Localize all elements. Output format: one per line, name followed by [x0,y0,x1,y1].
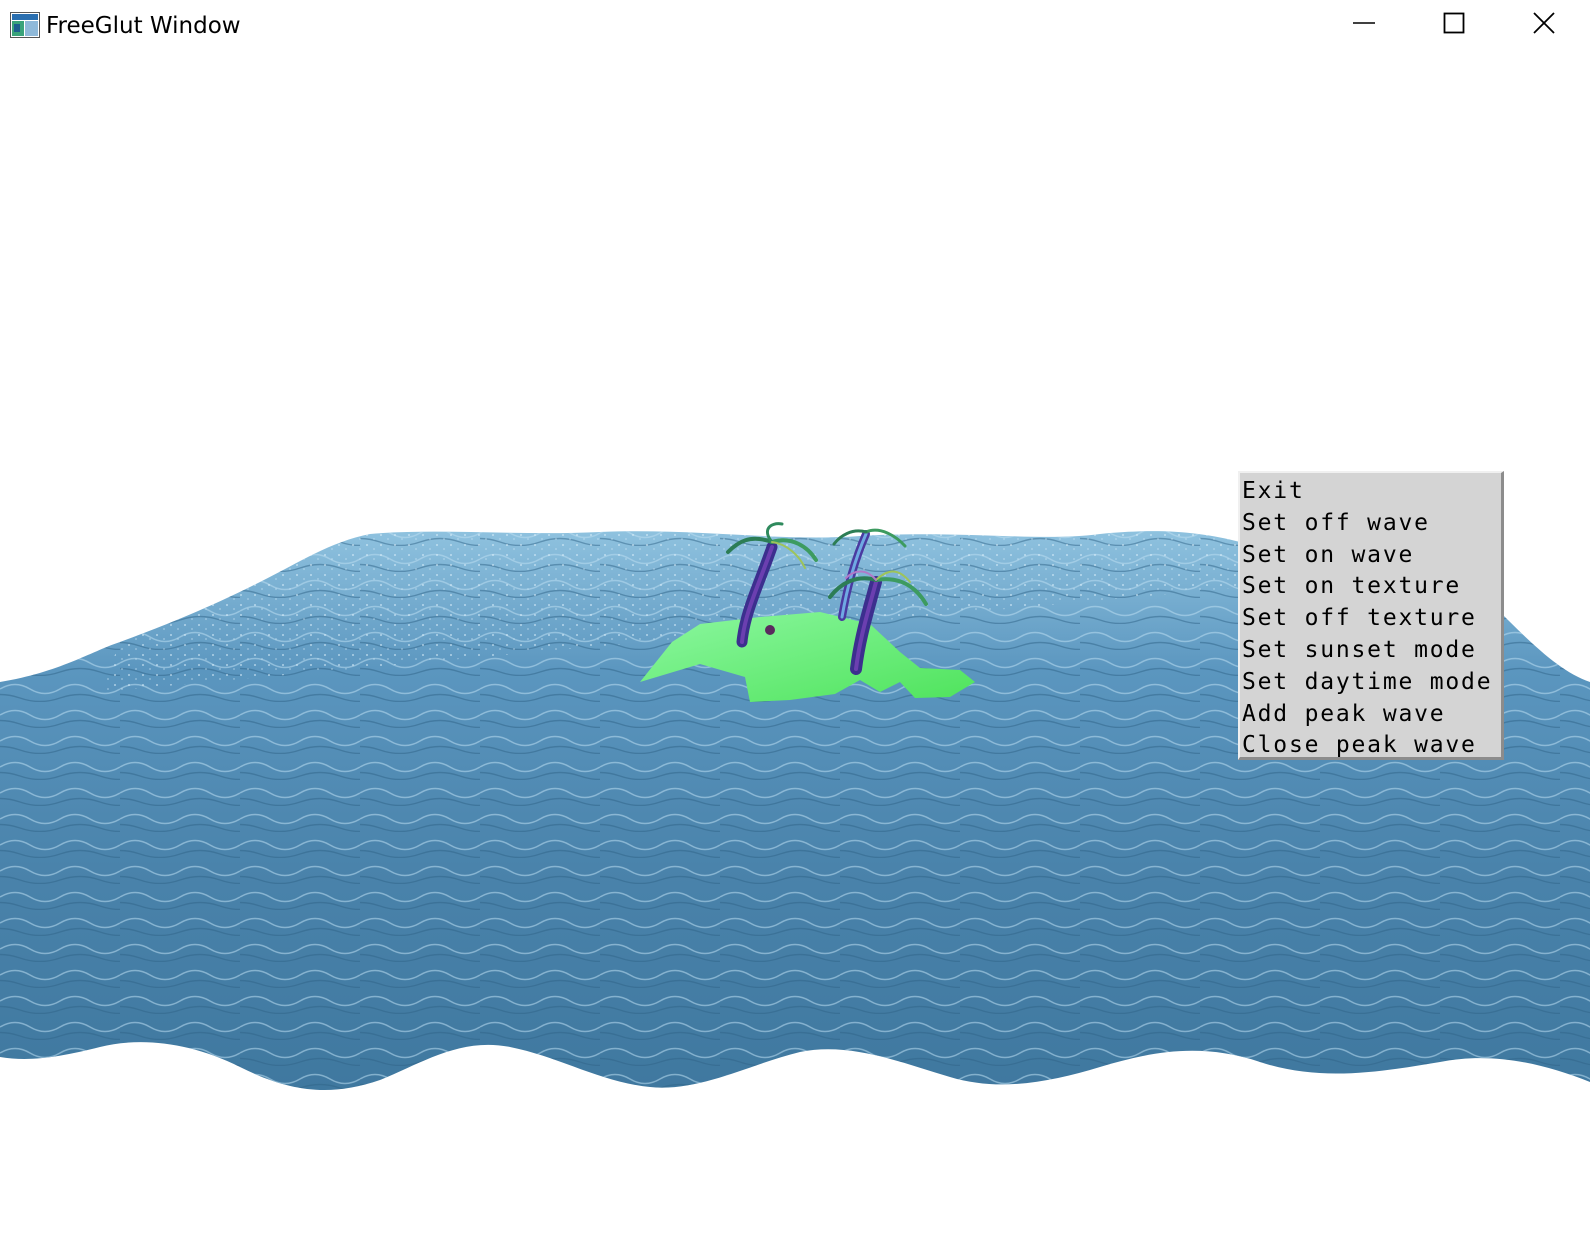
menu-item-set-daytime-mode[interactable]: Set daytime mode [1242,666,1501,698]
minimize-icon [1353,12,1375,39]
close-button[interactable] [1498,0,1590,50]
window-title: FreeGlut Window [46,13,241,39]
menu-item-set-off-texture[interactable]: Set off texture [1242,602,1501,634]
glut-context-menu: Exit Set off wave Set on wave Set on tex… [1238,471,1504,760]
freeglut-app-icon [10,12,40,38]
title-bar[interactable]: FreeGlut Window [0,0,1590,52]
menu-item-exit[interactable]: Exit [1242,475,1501,507]
menu-item-set-on-wave[interactable]: Set on wave [1242,539,1501,571]
menu-item-set-sunset-mode[interactable]: Set sunset mode [1242,634,1501,666]
minimize-button[interactable] [1318,0,1410,50]
menu-item-set-off-wave[interactable]: Set off wave [1242,507,1501,539]
maximize-button[interactable] [1408,0,1500,50]
opengl-viewport[interactable]: Exit Set off wave Set on wave Set on tex… [0,52,1590,1244]
close-icon [1533,11,1555,39]
menu-item-add-peak-wave[interactable]: Add peak wave [1242,698,1501,730]
menu-item-set-on-texture[interactable]: Set on texture [1242,570,1501,602]
maximize-icon [1443,12,1465,39]
menu-item-close-peak-wave[interactable]: Close peak wave [1242,729,1501,761]
